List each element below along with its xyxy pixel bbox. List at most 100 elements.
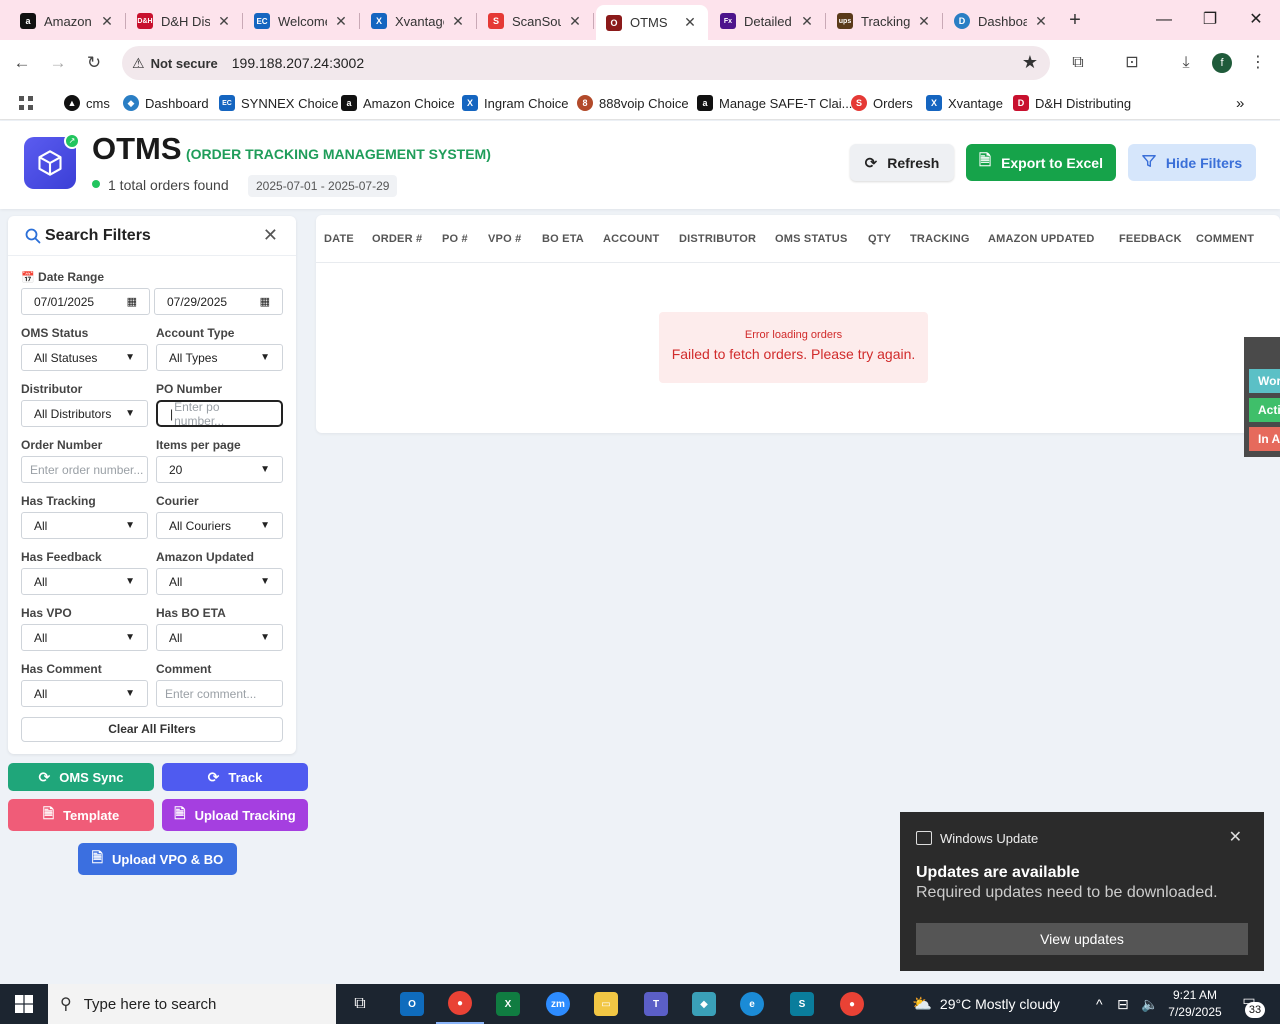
column-header[interactable]: VPO #	[488, 233, 521, 245]
tab-detailed[interactable]: Fx Detailed ✕	[710, 6, 826, 36]
extensions-icon[interactable]: ⧉	[1065, 50, 1091, 76]
bookmark-synnex-choice[interactable]: EC SYNNEX Choice	[219, 92, 339, 114]
column-header[interactable]: DISTRIBUTOR	[679, 233, 756, 245]
track-button[interactable]: ⟳ Track	[162, 763, 308, 791]
close-icon[interactable]: ✕	[1033, 13, 1049, 30]
date-from-input[interactable]: 07/01/2025 ▦	[21, 288, 150, 315]
date-to-input[interactable]: 07/29/2025 ▦	[154, 288, 283, 315]
upload-vpo-bo-button[interactable]: 🗎 Upload VPO & BO	[78, 843, 237, 875]
amazon-updated-select[interactable]: All ▼	[156, 568, 283, 595]
volume-icon[interactable]: 🔈	[1141, 984, 1158, 1024]
column-header[interactable]: QTY	[868, 233, 891, 245]
column-header[interactable]: ORDER #	[372, 233, 422, 245]
tab-dashboard[interactable]: D Dashboard ✕	[944, 6, 1059, 36]
close-icon[interactable]: ✕	[682, 14, 698, 31]
apps-grid-icon[interactable]	[18, 92, 34, 114]
system-clock[interactable]: 9:21 AM 7/29/2025	[1160, 987, 1230, 1021]
order-number-input[interactable]: Enter order number...	[21, 456, 148, 483]
tab-tracking[interactable]: ups Tracking ✕	[827, 6, 943, 36]
account-type-select[interactable]: All Types ▼	[156, 344, 283, 371]
po-number-input[interactable]: | Enter po number...	[156, 400, 283, 428]
upload-tracking-button[interactable]: 🗎 Upload Tracking	[162, 799, 308, 831]
close-icon[interactable]: ✕	[99, 13, 115, 30]
close-icon[interactable]: ✕	[450, 13, 466, 30]
tab-otms[interactable]: O OTMS ✕	[596, 5, 708, 40]
distributor-select[interactable]: All Distributors ▼	[21, 400, 148, 427]
close-filters-icon[interactable]: ✕	[263, 225, 278, 246]
chrome-icon[interactable]: ●	[436, 984, 484, 1024]
weather-widget[interactable]: ⛅ 29°C Mostly cloudy	[912, 984, 1060, 1024]
profile-avatar[interactable]: f	[1212, 53, 1232, 73]
oms-status-select[interactable]: All Statuses ▼	[21, 344, 148, 371]
more-bookmarks-icon[interactable]: »	[1236, 92, 1244, 114]
close-icon[interactable]: ✕	[799, 13, 815, 30]
has-feedback-select[interactable]: All ▼	[21, 568, 148, 595]
column-header[interactable]: TRACKING	[910, 233, 970, 245]
menu-kebab-icon[interactable]: ⋮	[1245, 50, 1271, 76]
close-icon[interactable]: ✕	[567, 13, 583, 30]
clear-all-filters-button[interactable]: Clear All Filters	[21, 717, 283, 742]
side-widget-item[interactable]: In A	[1249, 427, 1280, 451]
security-indicator[interactable]: ⚠ Not secure	[132, 55, 218, 72]
window-close-icon[interactable]: ✕	[1233, 6, 1279, 34]
oms-sync-button[interactable]: ⟳ OMS Sync	[8, 763, 154, 791]
has-vpo-select[interactable]: All ▼	[21, 624, 148, 651]
bookmark-orders[interactable]: S Orders	[851, 92, 913, 114]
column-header[interactable]: DATE	[324, 233, 354, 245]
comment-input[interactable]: Enter comment...	[156, 680, 283, 707]
courier-select[interactable]: All Couriers ▼	[156, 512, 283, 539]
template-button[interactable]: 🗎 Template	[8, 799, 154, 831]
windows-start-button[interactable]	[0, 984, 48, 1024]
close-icon[interactable]: ✕	[216, 13, 232, 30]
column-header[interactable]: PO #	[442, 233, 468, 245]
export-excel-button[interactable]: 🗎 Export to Excel	[966, 144, 1116, 181]
hide-filters-button[interactable]: Hide Filters	[1128, 144, 1256, 181]
tab-xvantage[interactable]: X Xvantage ✕	[361, 6, 477, 36]
column-header[interactable]: AMAZON UPDATED	[988, 233, 1094, 245]
side-widget-item[interactable]: Wor	[1249, 369, 1280, 393]
edge-icon[interactable]: e	[728, 984, 776, 1024]
tab-search-icon[interactable]: ⊡	[1119, 50, 1145, 76]
teams-icon[interactable]: T	[632, 984, 680, 1024]
task-view-icon[interactable]: ⧉	[336, 984, 384, 1024]
calendar-picker-icon[interactable]: ▦	[127, 295, 137, 308]
bookmark-manage-safe-t[interactable]: a Manage SAFE-T Clai...	[697, 92, 852, 114]
close-icon[interactable]: ✕	[1229, 827, 1242, 847]
bookmark-888voip-choice[interactable]: 8 888voip Choice	[577, 92, 689, 114]
download-icon[interactable]: ⤓	[1173, 50, 1199, 76]
bookmark-cms[interactable]: ▲ cms	[64, 92, 110, 114]
has-bo-eta-select[interactable]: All ▼	[156, 624, 283, 651]
forward-arrow-icon[interactable]: →	[45, 50, 71, 76]
refresh-button[interactable]: ⟳ Refresh	[850, 144, 954, 181]
outlook-icon[interactable]: O	[388, 984, 436, 1024]
app-diamond-icon[interactable]: ◆	[680, 984, 728, 1024]
excel-icon[interactable]: X	[484, 984, 532, 1024]
restore-icon[interactable]: ❐	[1187, 6, 1233, 34]
minimize-icon[interactable]: —	[1141, 6, 1187, 34]
bookmark-star-icon[interactable]: ★	[1022, 52, 1038, 73]
view-updates-button[interactable]: View updates	[916, 923, 1248, 955]
has-comment-select[interactable]: All ▼	[21, 680, 148, 707]
bookmark-xvantage[interactable]: X Xvantage	[926, 92, 1003, 114]
items-per-page-select[interactable]: 20 ▼	[156, 456, 283, 483]
side-widget-item[interactable]: Acti	[1249, 398, 1280, 422]
close-icon[interactable]: ✕	[333, 13, 349, 30]
bookmark-dh-distributing[interactable]: D D&H Distributing	[1013, 92, 1131, 114]
zoom-icon[interactable]: zm	[534, 984, 582, 1024]
tab-scansource[interactable]: S ScanSource ✕	[478, 6, 594, 36]
column-header[interactable]: OMS STATUS	[775, 233, 847, 245]
column-header[interactable]: BO ETA	[542, 233, 584, 245]
bookmark-amazon-choice[interactable]: a Amazon Choice	[341, 92, 455, 114]
chevron-up-icon[interactable]: ^	[1096, 984, 1103, 1024]
bookmark-dashboard[interactable]: ◆ Dashboard	[123, 92, 209, 114]
tab-dh[interactable]: D&H D&H Distributing ✕	[127, 6, 243, 36]
file-explorer-icon[interactable]: ▭	[582, 984, 630, 1024]
calendar-picker-icon[interactable]: ▦	[260, 295, 270, 308]
network-icon[interactable]: ⊟	[1117, 984, 1129, 1024]
column-header[interactable]: ACCOUNT	[603, 233, 659, 245]
tab-amazon[interactable]: a Amazon ✕	[10, 6, 126, 36]
back-arrow-icon[interactable]: ←	[9, 50, 35, 76]
reload-icon[interactable]: ↻	[81, 50, 107, 76]
new-tab-button[interactable]: +	[1064, 9, 1086, 31]
has-tracking-select[interactable]: All ▼	[21, 512, 148, 539]
